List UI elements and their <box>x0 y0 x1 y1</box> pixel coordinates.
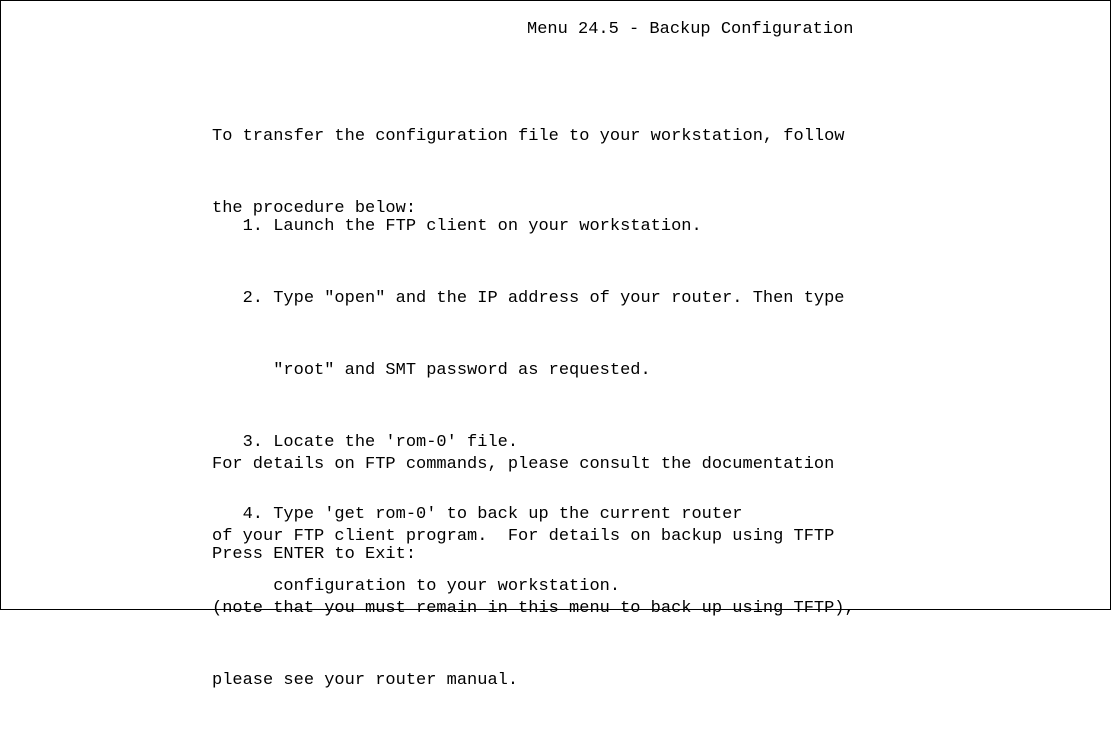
details-line-3: (note that you must remain in this menu … <box>212 599 855 618</box>
step-2-continued: "root" and SMT password as requested. <box>212 361 651 380</box>
exit-prompt[interactable]: Press ENTER to Exit: <box>212 543 416 567</box>
details-line-1: For details on FTP commands, please cons… <box>212 455 835 474</box>
step-2: 2. Type "open" and the IP address of you… <box>212 289 845 308</box>
details-text: For details on FTP commands, please cons… <box>212 405 855 741</box>
terminal-screen: Menu 24.5 - Backup Configuration To tran… <box>0 0 1111 690</box>
intro-line-1: To transfer the configuration file to yo… <box>212 127 845 146</box>
menu-title: Menu 24.5 - Backup Configuration <box>527 20 854 39</box>
details-line-4: please see your router manual. <box>212 671 519 690</box>
step-1: 1. Launch the FTP client on your worksta… <box>212 217 702 236</box>
